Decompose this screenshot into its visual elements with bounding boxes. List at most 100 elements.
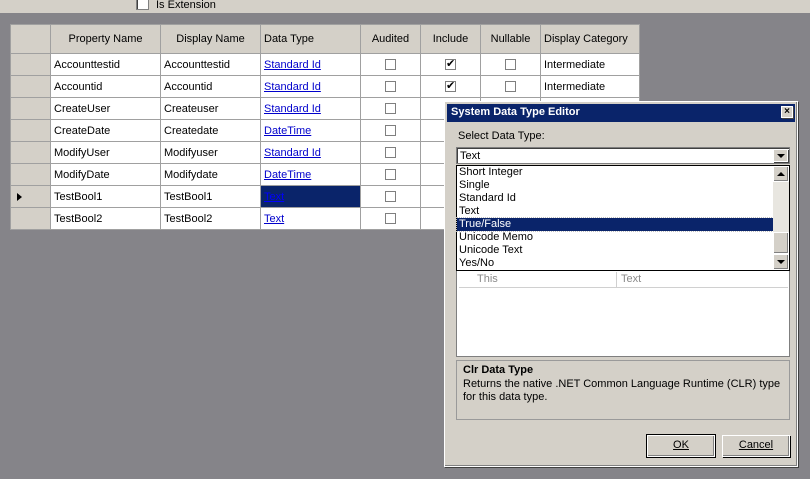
scroll-up-arrow-icon[interactable] [773,166,789,182]
row-header[interactable] [10,207,51,230]
include-checkbox[interactable] [445,57,456,71]
is-extension-checkbox[interactable] [136,0,149,10]
dropdown-item-selected[interactable]: True/False [456,217,774,232]
column-header[interactable]: Audited [360,24,421,54]
display-category-cell[interactable]: Intermediate [540,53,640,76]
data-type-dropdown-list[interactable]: Short Integer Single Standard Id Text Tr… [456,165,790,271]
nullable-cell[interactable] [480,53,541,76]
display-name-cell[interactable]: Modifyuser [160,141,261,164]
audited-checkbox[interactable] [385,59,396,71]
display-category-cell[interactable]: Intermediate [540,75,640,98]
property-value[interactable]: Text [621,273,641,285]
property-name-cell[interactable]: CreateDate [50,119,161,142]
row-header[interactable] [10,185,51,208]
audited-cell[interactable] [360,207,421,230]
property-row[interactable]: This Text [459,272,788,288]
data-type-link[interactable]: DateTime [264,125,311,137]
audited-cell[interactable] [360,97,421,120]
row-header[interactable] [10,141,51,164]
audited-checkbox[interactable] [385,191,396,203]
display-name-cell[interactable]: Accounttestid [160,53,261,76]
audited-checkbox[interactable] [385,213,396,225]
display-name-cell[interactable]: Modifydate [160,163,261,186]
nullable-checkbox[interactable] [505,59,516,71]
audited-cell[interactable] [360,185,421,208]
column-header[interactable]: Display Category [540,24,640,54]
dialog-titlebar[interactable]: System Data Type Editor × [447,104,795,122]
nullable-cell[interactable] [480,75,541,98]
ok-button[interactable]: OK [646,434,716,458]
dropdown-item[interactable]: Unicode Memo [457,231,773,244]
property-name-cell[interactable]: Accounttestid [50,53,161,76]
data-type-cell[interactable]: Standard Id [260,141,361,164]
property-name-cell[interactable]: ModifyUser [50,141,161,164]
audited-checkbox[interactable] [385,103,396,115]
data-type-cell[interactable]: Text [260,185,361,208]
column-header[interactable]: Include [420,24,481,54]
nullable-checkbox[interactable] [505,81,516,93]
dialog-title: System Data Type Editor [451,106,580,118]
data-type-combobox[interactable]: Text [456,147,790,164]
display-name-cell[interactable]: Accountid [160,75,261,98]
column-header[interactable]: Data Type [260,24,361,54]
row-header[interactable] [10,163,51,186]
property-name-cell[interactable]: ModifyDate [50,163,161,186]
audited-cell[interactable] [360,119,421,142]
include-checkbox[interactable] [445,79,456,93]
data-type-link[interactable]: DateTime [264,169,311,181]
chevron-down-icon[interactable] [773,149,788,162]
display-name-cell[interactable]: TestBool1 [160,185,261,208]
audited-cell[interactable] [360,163,421,186]
data-type-link[interactable]: Text [264,213,284,225]
audited-checkbox[interactable] [385,169,396,181]
audited-checkbox[interactable] [385,81,396,93]
row-header[interactable] [10,53,51,76]
row-header[interactable] [10,75,51,98]
audited-cell[interactable] [360,141,421,164]
data-type-link[interactable]: Standard Id [264,59,321,71]
include-cell[interactable] [420,75,481,98]
dropdown-item[interactable]: Single [457,179,773,192]
display-name-cell[interactable]: Createdate [160,119,261,142]
include-cell[interactable] [420,53,481,76]
dropdown-item[interactable]: Yes/No [457,257,773,270]
audited-checkbox[interactable] [385,147,396,159]
data-type-cell[interactable]: Standard Id [260,97,361,120]
display-name-cell[interactable]: TestBool2 [160,207,261,230]
dropdown-item[interactable]: Short Integer [457,166,773,179]
table-row[interactable]: Accountid Accountid Standard Id Intermed… [10,75,640,98]
property-name-cell[interactable]: TestBool1 [50,185,161,208]
data-type-link[interactable]: Text [264,191,284,203]
data-type-cell[interactable]: DateTime [260,163,361,186]
scrollbar-thumb[interactable] [773,232,789,254]
property-grid[interactable]: This Text [456,263,790,357]
dropdown-item[interactable]: Text [457,205,773,218]
dropdown-scrollbar[interactable] [773,166,789,270]
audited-checkbox[interactable] [385,125,396,137]
audited-cell[interactable] [360,75,421,98]
row-header-corner [10,24,51,54]
dropdown-item[interactable]: Standard Id [457,192,773,205]
row-header[interactable] [10,119,51,142]
cancel-button[interactable]: Cancel [722,435,790,457]
property-name-cell[interactable]: Accountid [50,75,161,98]
data-type-cell[interactable]: DateTime [260,119,361,142]
scroll-down-arrow-icon[interactable] [773,254,789,270]
data-type-link[interactable]: Standard Id [264,81,321,93]
data-type-cell[interactable]: Text [260,207,361,230]
data-type-link[interactable]: Standard Id [264,103,321,115]
data-type-link[interactable]: Standard Id [264,147,321,159]
display-name-cell[interactable]: Createuser [160,97,261,120]
property-name-cell[interactable]: TestBool2 [50,207,161,230]
column-header[interactable]: Nullable [480,24,541,54]
audited-cell[interactable] [360,53,421,76]
table-row[interactable]: Accounttestid Accounttestid Standard Id … [10,53,640,76]
property-name-cell[interactable]: CreateUser [50,97,161,120]
close-icon[interactable]: × [781,106,793,118]
data-type-cell[interactable]: Standard Id [260,75,361,98]
dropdown-item[interactable]: Unicode Text [457,244,773,257]
column-header[interactable]: Property Name [50,24,161,54]
data-type-cell[interactable]: Standard Id [260,53,361,76]
column-header[interactable]: Display Name [160,24,261,54]
row-header[interactable] [10,97,51,120]
